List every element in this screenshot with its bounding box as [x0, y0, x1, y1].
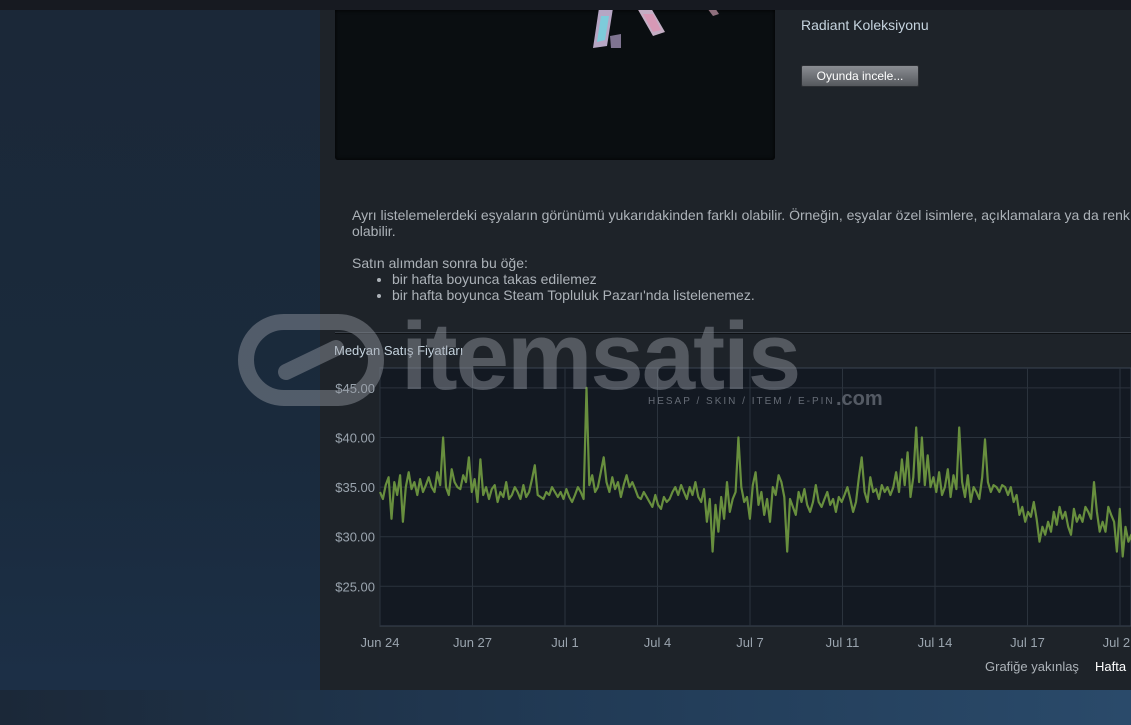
- x-tick-label: Jun 24: [360, 635, 399, 650]
- x-tick-label: Jul 17: [1010, 635, 1045, 650]
- x-tick-label: Jul 7: [736, 635, 763, 650]
- y-tick-label: $40.00: [335, 430, 375, 445]
- plot-area: [379, 367, 1131, 627]
- x-tick-label: Jul 4: [644, 635, 671, 650]
- y-tick-label: $45.00: [335, 381, 375, 396]
- listing-description: Ayrı listelemelerdeki eşyaların görünümü…: [352, 207, 1131, 303]
- item-preview-image: [335, 10, 775, 160]
- x-tick-label: Jul 1: [551, 635, 578, 650]
- collection-name: Radiant Koleksiyonu: [801, 17, 929, 33]
- y-tick-label: $30.00: [335, 530, 375, 545]
- chart-title: Medyan Satış Fiyatları: [334, 343, 464, 358]
- after-purchase-heading: Satın alımdan sonra bu öğe:: [352, 255, 528, 271]
- description-line: Ayrı listelemelerdeki eşyaların görünümü…: [352, 207, 1130, 223]
- item-preview-graphic: [593, 10, 719, 48]
- page-background-bottom: [0, 690, 1131, 725]
- restrictions-list: bir hafta boyunca takas edilemez bir haf…: [352, 271, 1131, 303]
- restriction-item: bir hafta boyunca Steam Topluluk Pazarı'…: [392, 287, 1131, 303]
- section-divider-shadow: [335, 333, 1131, 334]
- x-tick-label: Jul 14: [918, 635, 953, 650]
- inspect-in-game-button[interactable]: Oyunda incele...: [801, 65, 919, 87]
- zoom-week-link[interactable]: Hafta: [1095, 659, 1126, 674]
- y-tick-label: $25.00: [335, 579, 375, 594]
- y-tick-label: $35.00: [335, 480, 375, 495]
- restriction-item: bir hafta boyunca takas edilemez: [392, 271, 1131, 287]
- median-price-chart[interactable]: Jun 24 Jun 27 Jul 1 Jul 4 Jul 7 Jul 11 Jul 14 J…: [320, 360, 1131, 650]
- top-bar: [0, 0, 1131, 10]
- x-tick-label: Jul 21: [1103, 635, 1131, 650]
- page-background: [0, 10, 320, 725]
- description-line: olabilir.: [352, 223, 396, 239]
- chart-zoom-label: Grafiğe yakınlaş: [985, 659, 1079, 674]
- x-tick-label: Jul 11: [826, 635, 860, 650]
- x-tick-label: Jun 27: [453, 635, 492, 650]
